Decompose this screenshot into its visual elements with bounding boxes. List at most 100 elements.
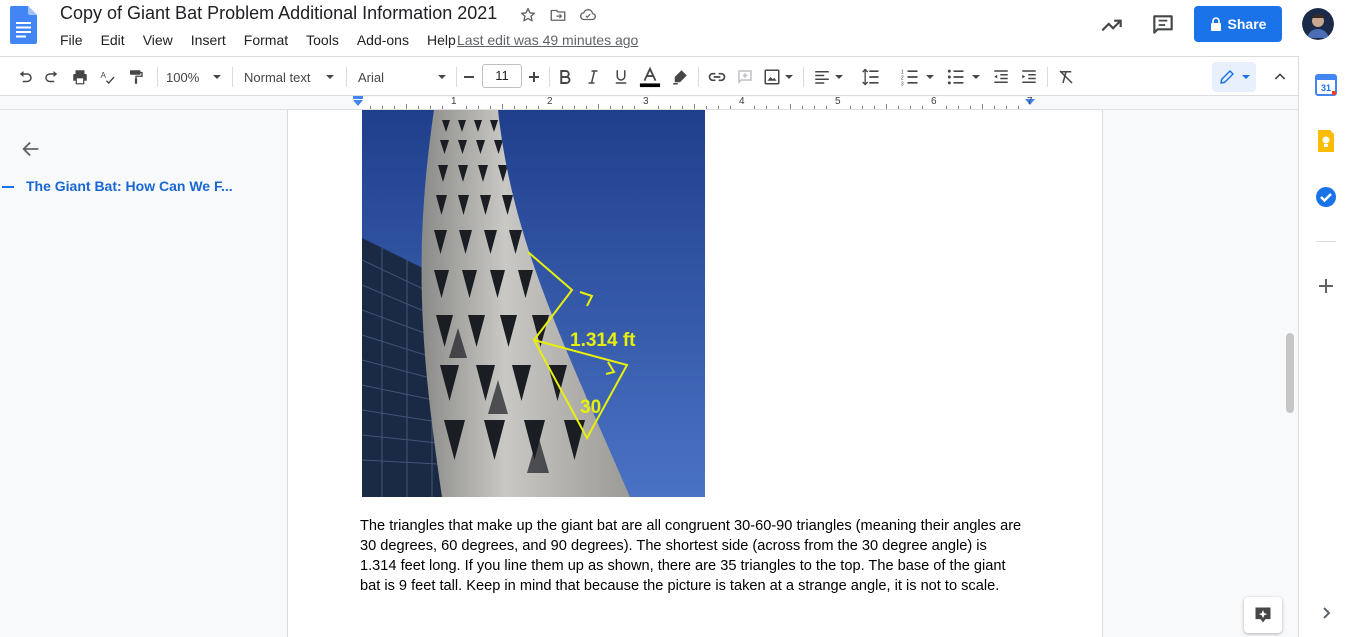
star-icon[interactable] <box>518 5 538 25</box>
menu-insert[interactable]: Insert <box>182 31 235 50</box>
ruler-tick <box>526 106 527 109</box>
ruler-tick <box>874 106 875 109</box>
explore-button[interactable] <box>1244 597 1282 633</box>
ruler-tick <box>670 106 671 109</box>
ruler-tick <box>514 106 515 109</box>
body-paragraph[interactable]: The triangles that make up the giant bat… <box>360 516 1025 596</box>
numbered-list-icon[interactable]: 123 <box>898 65 936 89</box>
ruler-tick <box>814 106 815 109</box>
ruler-tick <box>370 106 371 109</box>
ruler-tick <box>658 106 659 109</box>
insert-link-icon[interactable] <box>705 65 729 89</box>
ruler-tick <box>922 106 923 109</box>
ruler-tick <box>394 106 395 109</box>
ruler-tick <box>898 106 899 109</box>
underline-icon[interactable] <box>609 65 633 89</box>
ruler-tick <box>502 104 503 109</box>
undo-icon[interactable] <box>13 65 37 89</box>
menu-bar: File Edit View Insert Format Tools Add-o… <box>51 31 465 50</box>
angle-label: 30 <box>580 397 601 418</box>
decrease-font-size-icon[interactable] <box>459 65 479 89</box>
ruler-tick <box>694 104 695 109</box>
tasks-icon[interactable] <box>1314 185 1338 209</box>
zoom-select[interactable]: 100% <box>166 65 224 89</box>
ruler-number: 5 <box>835 96 841 107</box>
activity-trend-icon[interactable] <box>1099 12 1125 38</box>
side-panel: 31 <box>1298 56 1353 637</box>
italic-icon[interactable] <box>581 65 605 89</box>
add-icon[interactable] <box>1314 274 1338 298</box>
keep-icon[interactable] <box>1314 129 1338 153</box>
ruler-tick <box>406 104 407 109</box>
ruler-tick <box>802 106 803 109</box>
spellcheck-icon[interactable]: A <box>96 65 120 89</box>
menu-tools[interactable]: Tools <box>297 31 348 50</box>
bulleted-list-icon[interactable] <box>944 65 982 89</box>
outline-heading-item[interactable]: The Giant Bat: How Can We F... <box>26 178 248 194</box>
zoom-value: 100% <box>166 69 200 85</box>
document-page[interactable]: 1.314 ft 30 The triangles that make up t… <box>287 110 1103 637</box>
formatting-toolbar: A 100% Normal text Arial 11 1 2 3 <box>0 56 1298 96</box>
paragraph-style-select[interactable]: Normal text <box>244 65 336 89</box>
document-title[interactable]: Copy of Giant Bat Problem Additional Inf… <box>60 3 497 24</box>
ruler-tick <box>430 106 431 109</box>
ruler-tick <box>1018 106 1019 109</box>
menu-format[interactable]: Format <box>235 31 297 50</box>
menu-file[interactable]: File <box>51 31 92 50</box>
move-folder-icon[interactable] <box>548 5 568 25</box>
ruler-tick <box>754 106 755 109</box>
redo-icon[interactable] <box>40 65 64 89</box>
chevron-right-icon[interactable] <box>1314 601 1338 625</box>
ruler-tick <box>970 106 971 109</box>
ruler-number: 4 <box>739 96 745 107</box>
increase-font-size-icon[interactable] <box>524 65 544 89</box>
bold-icon[interactable] <box>553 65 577 89</box>
line-spacing-icon[interactable] <box>858 65 884 89</box>
comment-history-icon[interactable] <box>1150 12 1176 38</box>
avatar[interactable] <box>1302 8 1334 40</box>
decrease-indent-icon[interactable] <box>989 65 1013 89</box>
svg-text:3: 3 <box>901 81 904 87</box>
docs-logo-icon[interactable] <box>10 6 38 44</box>
calendar-day: 31 <box>1321 83 1331 93</box>
highlight-color-icon[interactable] <box>668 65 692 89</box>
indent-marker-icon[interactable] <box>352 96 364 108</box>
add-comment-icon[interactable] <box>733 65 757 89</box>
share-button[interactable]: Share <box>1194 6 1282 42</box>
text-color-icon[interactable] <box>637 65 663 89</box>
increase-indent-icon[interactable] <box>1017 65 1041 89</box>
menu-edit[interactable]: Edit <box>92 31 134 50</box>
lock-icon <box>1210 17 1221 31</box>
horizontal-ruler[interactable]: 1 2 3 4 5 6 7 <box>0 96 1298 110</box>
ruler-tick <box>886 104 887 109</box>
font-size-input[interactable]: 11 <box>482 64 522 88</box>
vertical-scrollbar[interactable] <box>1286 333 1294 413</box>
cloud-status-icon[interactable] <box>578 5 598 25</box>
close-outline-icon[interactable] <box>20 138 42 160</box>
ruler-tick <box>1006 106 1007 109</box>
ruler-tick <box>634 106 635 109</box>
paint-format-icon[interactable] <box>124 65 148 89</box>
toolbar-divider <box>549 67 550 87</box>
font-select[interactable]: Arial <box>358 65 450 89</box>
side-panel-divider <box>1316 241 1336 242</box>
toolbar-divider <box>232 67 233 87</box>
menu-add-ons[interactable]: Add-ons <box>348 31 418 50</box>
menu-view[interactable]: View <box>134 31 182 50</box>
ruler-tick <box>778 106 779 109</box>
ruler-number: 3 <box>643 96 649 107</box>
last-edit-link[interactable]: Last edit was 49 minutes ago <box>457 32 638 48</box>
clear-formatting-icon[interactable] <box>1054 65 1078 89</box>
ruler-tick <box>910 106 911 109</box>
svg-text:A: A <box>101 71 107 80</box>
align-left-icon[interactable] <box>811 65 845 89</box>
ruler-tick <box>586 106 587 109</box>
editing-mode-button[interactable] <box>1212 62 1256 92</box>
explore-icon <box>1255 607 1271 623</box>
tower-photo[interactable]: 1.314 ft 30 <box>362 110 705 497</box>
calendar-icon[interactable]: 31 <box>1314 73 1338 97</box>
insert-image-icon[interactable] <box>761 65 795 89</box>
print-icon[interactable] <box>68 65 92 89</box>
ruler-tick <box>466 106 467 109</box>
collapse-toolbar-icon[interactable] <box>1268 65 1292 89</box>
